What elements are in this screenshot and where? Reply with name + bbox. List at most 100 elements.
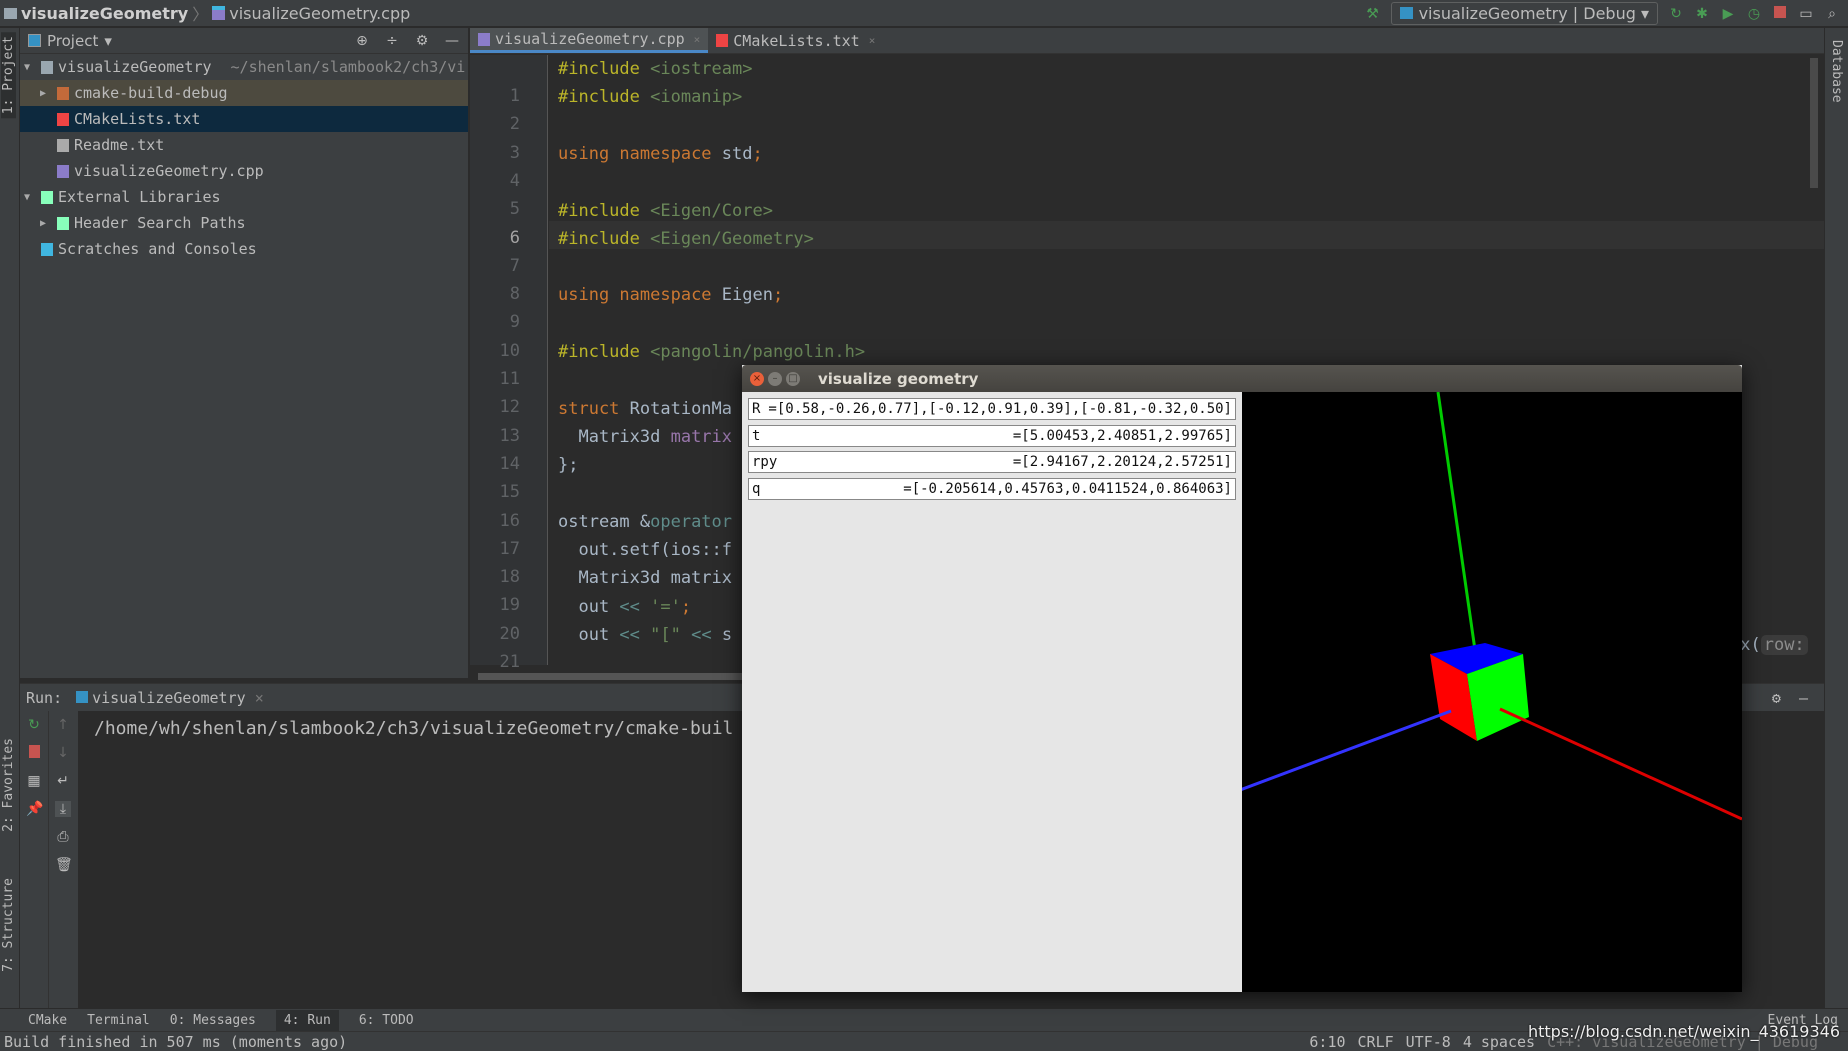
tree-item[interactable]: ▼ visualizeGeometry ~/shenlan/slambook2/ch… bbox=[20, 54, 468, 80]
status-message[interactable]: Build finished in 507 ms (moments ago) bbox=[4, 1033, 347, 1051]
code-token: << bbox=[691, 625, 722, 645]
locate-icon[interactable]: ⊕ bbox=[354, 33, 370, 49]
tree-item-label: Readme.txt bbox=[74, 136, 165, 154]
line-number: 5 bbox=[509, 199, 520, 220]
bottom-tab[interactable]: Terminal bbox=[87, 1013, 150, 1028]
viewer-value-row[interactable]: t =[5.00453,2.40851,2.99765] bbox=[748, 424, 1236, 447]
bottom-tab[interactable]: 4: Run bbox=[275, 1009, 339, 1031]
stripe-project-tab[interactable]: 1: Project bbox=[1, 32, 16, 119]
run-coverage-icon[interactable]: ▶ bbox=[1720, 6, 1736, 22]
close-icon[interactable]: × bbox=[694, 33, 701, 46]
stripe-structure-tab[interactable]: 7: Structure bbox=[1, 878, 16, 972]
code-line[interactable]: using namespace Eigen; bbox=[558, 281, 783, 309]
3d-view-canvas[interactable] bbox=[1239, 391, 1743, 992]
code-line[interactable]: Matrix3d matrix bbox=[558, 423, 732, 451]
maximize-window-button[interactable]: □ bbox=[786, 371, 800, 386]
viewer-value-row[interactable]: R =[0.58,-0.26,0.77],[-0.12,0.91,0.39],[-… bbox=[748, 398, 1236, 420]
tree-item-label: Scratches and Consoles bbox=[58, 240, 257, 258]
x-axis-line bbox=[1499, 707, 1743, 821]
scroll-to-end-icon[interactable]: ⤓ bbox=[55, 801, 71, 817]
project-view-select[interactable]: Project bbox=[47, 32, 98, 50]
code-token: out bbox=[558, 625, 620, 645]
tree-item[interactable]: ▼ External Libraries bbox=[20, 184, 468, 210]
code-line[interactable]: #include <iomanip> bbox=[558, 83, 742, 111]
bottom-tab[interactable]: 6: TODO bbox=[359, 1013, 414, 1028]
code-line[interactable]: out.setf(ios::f bbox=[558, 536, 732, 564]
indent-setting[interactable]: 4 spaces bbox=[1463, 1033, 1535, 1051]
rerun-icon[interactable]: ↻ bbox=[1668, 6, 1684, 22]
tree-item[interactable]: Scratches and Consoles bbox=[20, 236, 468, 262]
profile-icon[interactable]: ◷ bbox=[1746, 6, 1762, 22]
pin-icon[interactable]: 📌 bbox=[26, 801, 43, 817]
code-line[interactable]: #include <pangolin/pangolin.h> bbox=[558, 338, 865, 366]
code-line[interactable]: out << "[" << s bbox=[558, 621, 732, 649]
tree-item[interactable]: ▶ Header Search Paths bbox=[20, 210, 468, 236]
close-icon[interactable]: × bbox=[255, 689, 264, 707]
editor-tab[interactable]: CMakeLists.txt × bbox=[708, 28, 883, 53]
code-line[interactable]: #include <Eigen/Geometry> bbox=[558, 225, 814, 253]
code-token: ; bbox=[772, 285, 784, 306]
chevron-down-icon[interactable]: ▼ bbox=[24, 192, 36, 203]
breadcrumb-separator-icon: 〉 bbox=[192, 5, 209, 24]
hide-icon[interactable]: — bbox=[444, 33, 460, 49]
code-line[interactable]: out << '='; bbox=[558, 593, 691, 621]
gear-icon[interactable]: ⚙ bbox=[414, 33, 430, 49]
run-tab[interactable]: visualizeGeometry × bbox=[76, 689, 264, 707]
tree-item[interactable]: ▶ cmake-build-debug bbox=[20, 80, 468, 106]
code-line[interactable]: struct RotationMa bbox=[558, 395, 732, 423]
stop-icon[interactable] bbox=[26, 745, 42, 761]
rerun-icon[interactable]: ↻ bbox=[26, 717, 42, 733]
up-arrow-icon[interactable]: ↑ bbox=[55, 717, 71, 733]
chevron-down-icon[interactable]: ▼ bbox=[24, 62, 36, 73]
viewer-value-row[interactable]: rpy =[2.94167,2.20124,2.57251] bbox=[748, 451, 1236, 473]
breadcrumb-file[interactable]: visualizeGeometry.cpp bbox=[229, 4, 410, 23]
search-icon[interactable]: ⌕ bbox=[1824, 6, 1840, 22]
line-separator[interactable]: CRLF bbox=[1358, 1033, 1394, 1051]
stop-icon[interactable] bbox=[1772, 5, 1788, 22]
minimize-window-button[interactable]: – bbox=[768, 371, 782, 386]
stripe-database-tab[interactable]: Database bbox=[1829, 40, 1844, 103]
chevron-right-icon[interactable]: ▶ bbox=[40, 218, 52, 229]
debug-bug-icon[interactable]: ✱ bbox=[1694, 6, 1710, 22]
run-output: /home/wh/shenlan/slambook2/ch3/visualize… bbox=[94, 718, 734, 739]
code-line[interactable]: #include <iostream> bbox=[558, 55, 752, 83]
project-panel: Project ▾ ⊕ ÷ ⚙ — ▼ visualizeGeometry ~/shenla… bbox=[20, 28, 469, 678]
tree-item-label: cmake-build-debug bbox=[74, 84, 228, 102]
bottom-tab[interactable]: CMake bbox=[28, 1013, 67, 1028]
editor-tab[interactable]: visualizeGeometry.cpp × bbox=[470, 28, 709, 53]
code-line[interactable]: #include <Eigen/Core> bbox=[558, 197, 773, 225]
close-window-button[interactable]: × bbox=[750, 371, 764, 386]
line-number: 19 bbox=[499, 595, 520, 616]
run-configuration-select[interactable]: visualizeGeometry | Debug ▾ bbox=[1390, 2, 1658, 25]
code-line[interactable]: ostream &operator bbox=[558, 508, 732, 536]
caret-position[interactable]: 6:10 bbox=[1309, 1033, 1345, 1051]
code-line[interactable]: Matrix3d matrix bbox=[558, 564, 732, 592]
tree-item-label: visualizeGeometry.cpp bbox=[74, 162, 264, 180]
bottom-tab[interactable]: 0: Messages bbox=[170, 1013, 256, 1028]
tree-item[interactable]: CMakeLists.txt bbox=[20, 106, 468, 132]
layout-icon[interactable]: ▦ bbox=[26, 773, 42, 789]
build-hammer-icon[interactable]: ⚒ bbox=[1365, 6, 1381, 22]
stripe-favorites-tab[interactable]: 2: Favorites bbox=[1, 738, 16, 832]
collapse-icon[interactable]: ÷ bbox=[384, 33, 400, 49]
terminal-window-icon[interactable]: ▭ bbox=[1798, 6, 1814, 22]
gear-icon[interactable]: ⚙ — bbox=[1772, 689, 1808, 707]
breadcrumb-project[interactable]: visualizeGeometry bbox=[21, 4, 188, 23]
viewer-value-row[interactable]: q =[-0.205614,0.45763,0.0411524,0.864063] bbox=[748, 477, 1236, 500]
code-line[interactable]: using namespace std; bbox=[558, 140, 763, 168]
chevron-right-icon[interactable]: ▶ bbox=[40, 88, 52, 99]
tree-item[interactable]: Readme.txt bbox=[20, 132, 468, 158]
viewer-titlebar[interactable]: × – □ visualize geometry bbox=[742, 365, 1742, 392]
down-arrow-icon[interactable]: ↓ bbox=[55, 745, 71, 761]
file-encoding[interactable]: UTF-8 bbox=[1406, 1033, 1451, 1051]
soft-wrap-icon[interactable]: ↵ bbox=[55, 773, 71, 789]
tree-item[interactable]: visualizeGeometry.cpp bbox=[20, 158, 468, 184]
project-panel-header: Project ▾ ⊕ ÷ ⚙ — bbox=[20, 28, 468, 54]
close-icon[interactable]: × bbox=[869, 34, 876, 47]
trash-icon[interactable]: 🗑 bbox=[55, 857, 73, 873]
code-line[interactable]: }; bbox=[558, 451, 578, 479]
vertical-scrollbar[interactable] bbox=[1810, 58, 1818, 188]
line-number: 6 bbox=[509, 227, 520, 248]
chevron-down-icon[interactable]: ▾ bbox=[104, 32, 112, 50]
print-icon[interactable]: ⎙ bbox=[55, 829, 71, 845]
